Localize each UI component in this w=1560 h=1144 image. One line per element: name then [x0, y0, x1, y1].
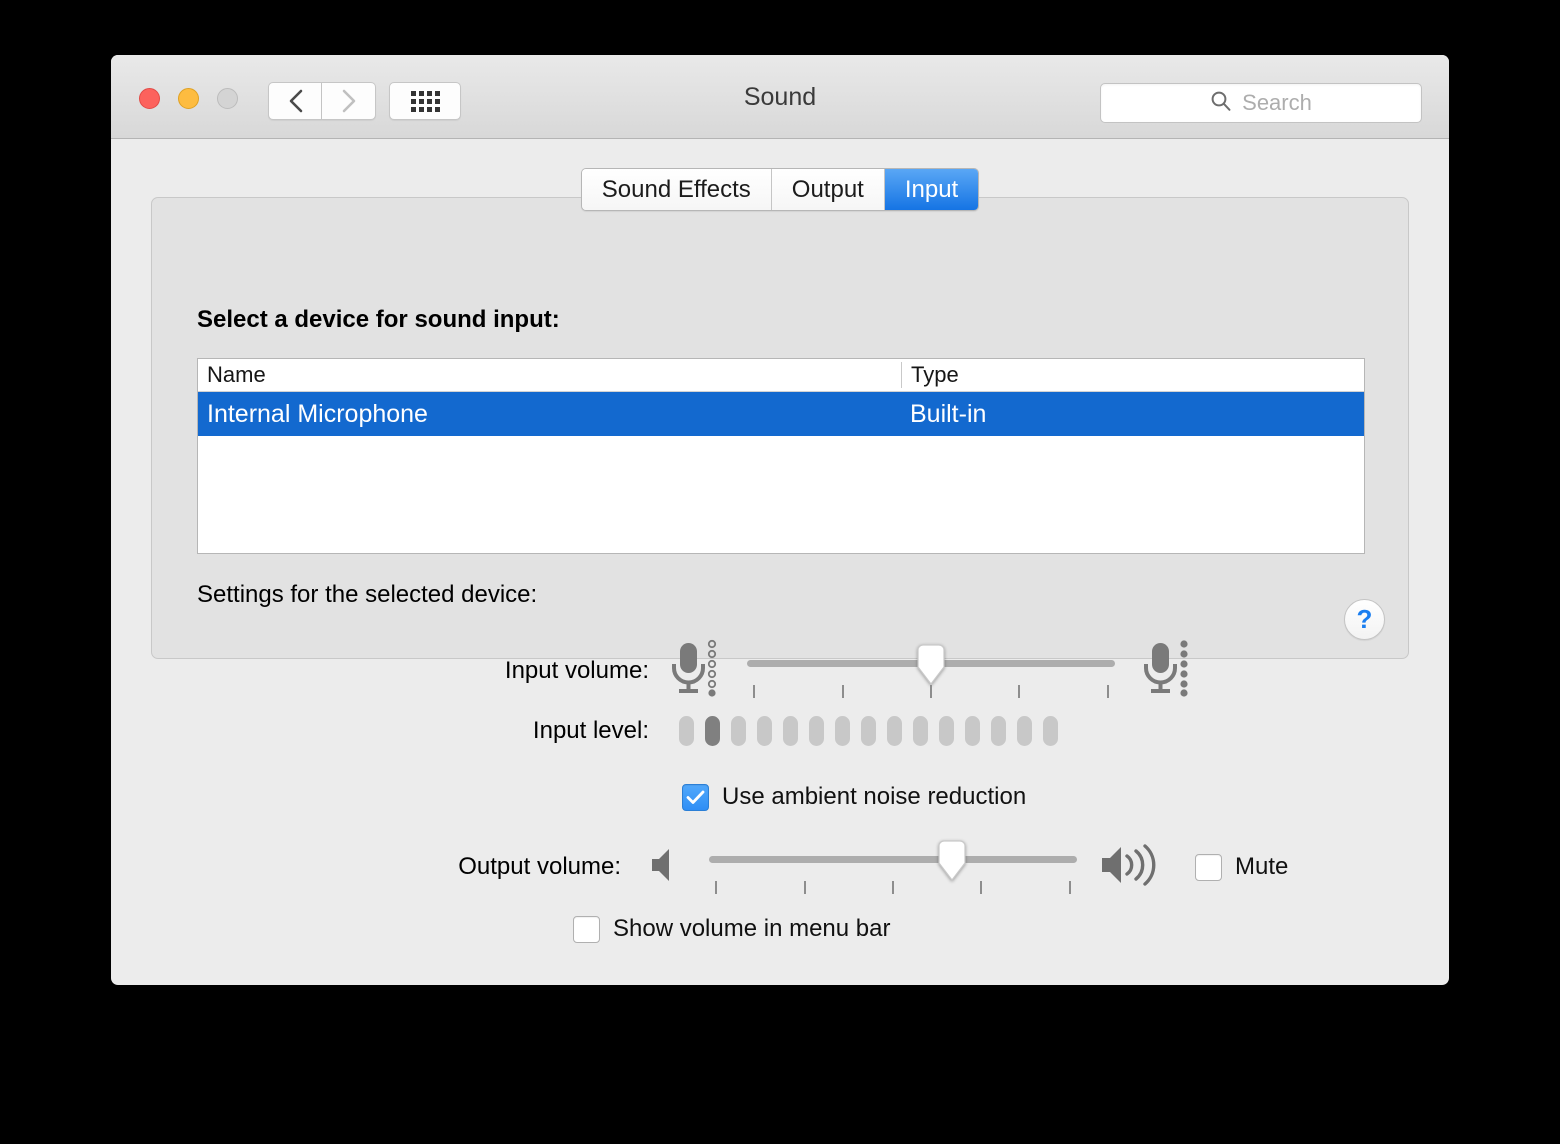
search-field[interactable]: Search	[1100, 83, 1422, 123]
checkbox-box[interactable]	[1195, 853, 1222, 881]
settings-header: Settings for the selected device:	[197, 581, 538, 608]
input-level-label: Input level:	[532, 717, 649, 744]
output-volume-label: Output volume:	[458, 853, 621, 880]
input-settings-panel: Select a device for sound input: Name Ty…	[151, 197, 1409, 811]
output-volume-slider[interactable]	[709, 839, 1077, 895]
output-volume-row: Output volume: Mute	[111, 839, 1449, 895]
level-segment	[705, 716, 720, 746]
level-segment	[939, 716, 954, 746]
speaker-mute-icon	[649, 845, 683, 890]
level-segment	[1043, 716, 1058, 746]
checkbox-box[interactable]	[682, 783, 709, 811]
device-name-cell: Internal Microphone	[207, 399, 428, 428]
level-segment	[861, 716, 876, 746]
table-row[interactable]: Internal Microphone Built-in	[198, 392, 1364, 436]
output-volume-track[interactable]	[709, 856, 1077, 863]
level-segment	[809, 716, 824, 746]
ambient-noise-reduction-checkbox[interactable]: Use ambient noise reduction	[682, 783, 1026, 811]
device-type-cell: Built-in	[910, 399, 987, 428]
checkbox-label: Show volume in menu bar	[613, 915, 891, 942]
window-titlebar: Sound Search	[111, 55, 1449, 139]
device-list-header: Select a device for sound input:	[197, 306, 560, 333]
checkbox-label: Mute	[1235, 853, 1289, 880]
tab-bar: Sound Effects Output Input	[111, 168, 1449, 211]
level-segment	[991, 716, 1006, 746]
input-level-row: Input level:	[152, 716, 1410, 746]
table-header-row: Name Type	[198, 359, 1364, 392]
checkbox-label: Use ambient noise reduction	[722, 783, 1027, 810]
tab-input[interactable]: Input	[884, 169, 979, 210]
level-segment	[783, 716, 798, 746]
level-segment	[835, 716, 850, 746]
level-segment	[913, 716, 928, 746]
mute-checkbox[interactable]: Mute	[1195, 853, 1288, 881]
tab-sound-effects[interactable]: Sound Effects	[581, 169, 772, 210]
level-segment	[1017, 716, 1032, 746]
microphone-quiet-icon	[671, 638, 719, 703]
level-segment	[757, 716, 772, 746]
input-volume-slider[interactable]	[747, 643, 1115, 699]
input-volume-row: Input volume:	[152, 638, 1410, 703]
output-volume-thumb[interactable]	[936, 840, 968, 882]
input-volume-ticks	[747, 684, 1115, 699]
show-volume-menu-bar-checkbox[interactable]: Show volume in menu bar	[573, 915, 890, 943]
search-icon	[1210, 90, 1232, 117]
level-segment	[965, 716, 980, 746]
search-placeholder: Search	[1242, 90, 1312, 115]
help-button[interactable]: ?	[1344, 599, 1385, 640]
level-segment	[731, 716, 746, 746]
output-volume-ticks	[709, 881, 1077, 895]
microphone-loud-icon	[1143, 638, 1191, 703]
input-volume-thumb[interactable]	[915, 643, 947, 686]
speaker-loud-icon	[1099, 842, 1171, 893]
input-volume-label: Input volume:	[504, 656, 649, 684]
checkbox-box[interactable]	[573, 915, 600, 943]
input-level-meter	[679, 716, 1058, 746]
column-header-type[interactable]: Type	[901, 362, 1364, 388]
tab-output[interactable]: Output	[771, 169, 885, 210]
column-header-name[interactable]: Name	[198, 362, 901, 388]
level-segment	[679, 716, 694, 746]
sound-preferences-window: Sound Search Sound Effects Output Input …	[111, 55, 1449, 985]
level-segment	[887, 716, 902, 746]
input-device-table[interactable]: Name Type Internal Microphone Built-in	[197, 358, 1365, 554]
